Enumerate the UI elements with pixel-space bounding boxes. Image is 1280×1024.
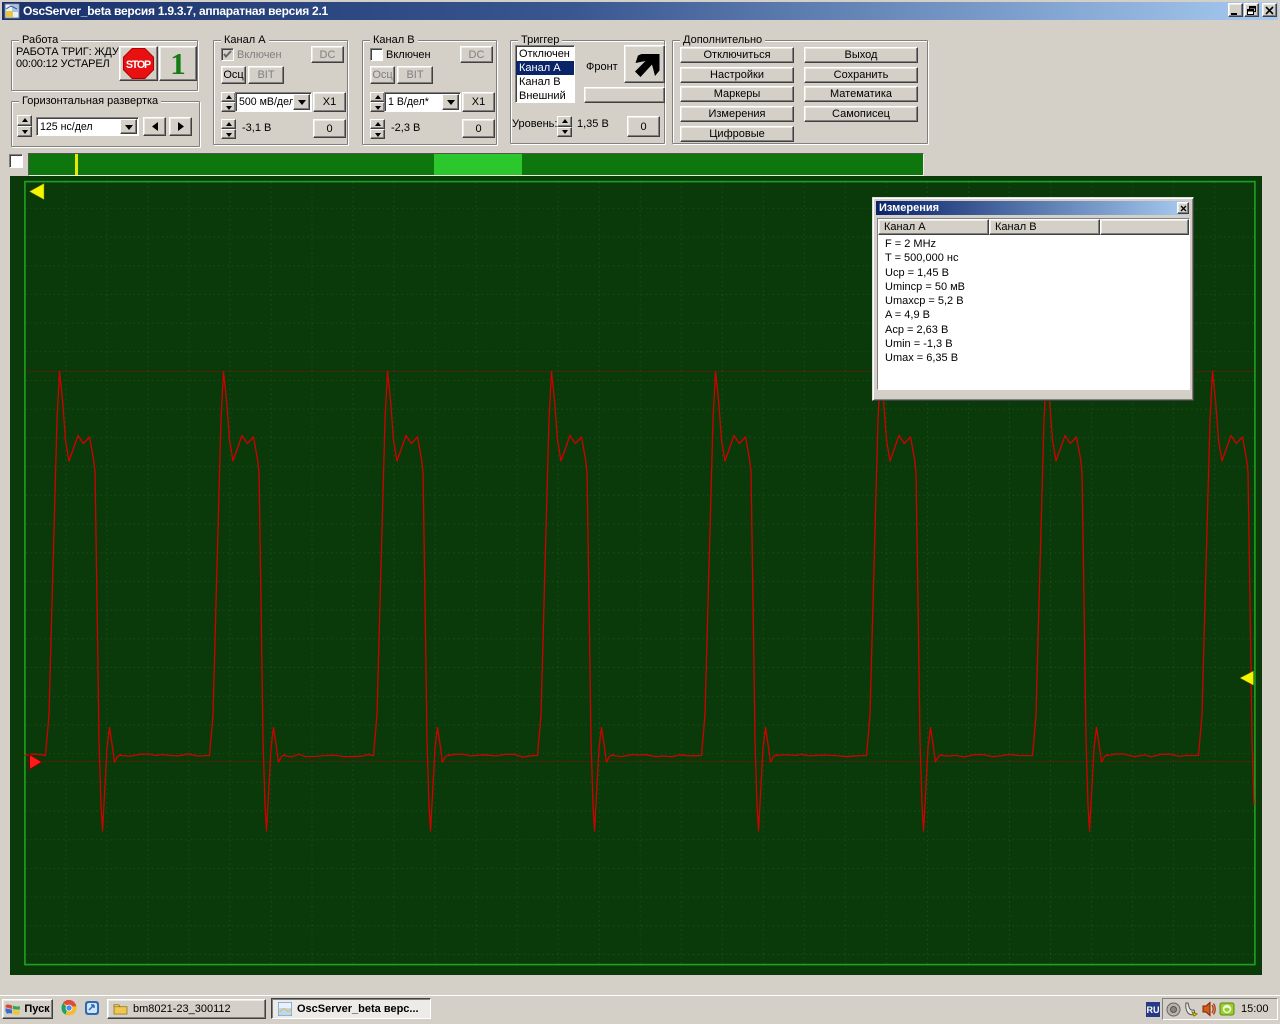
svg-text:STOP: STOP [126, 59, 151, 71]
